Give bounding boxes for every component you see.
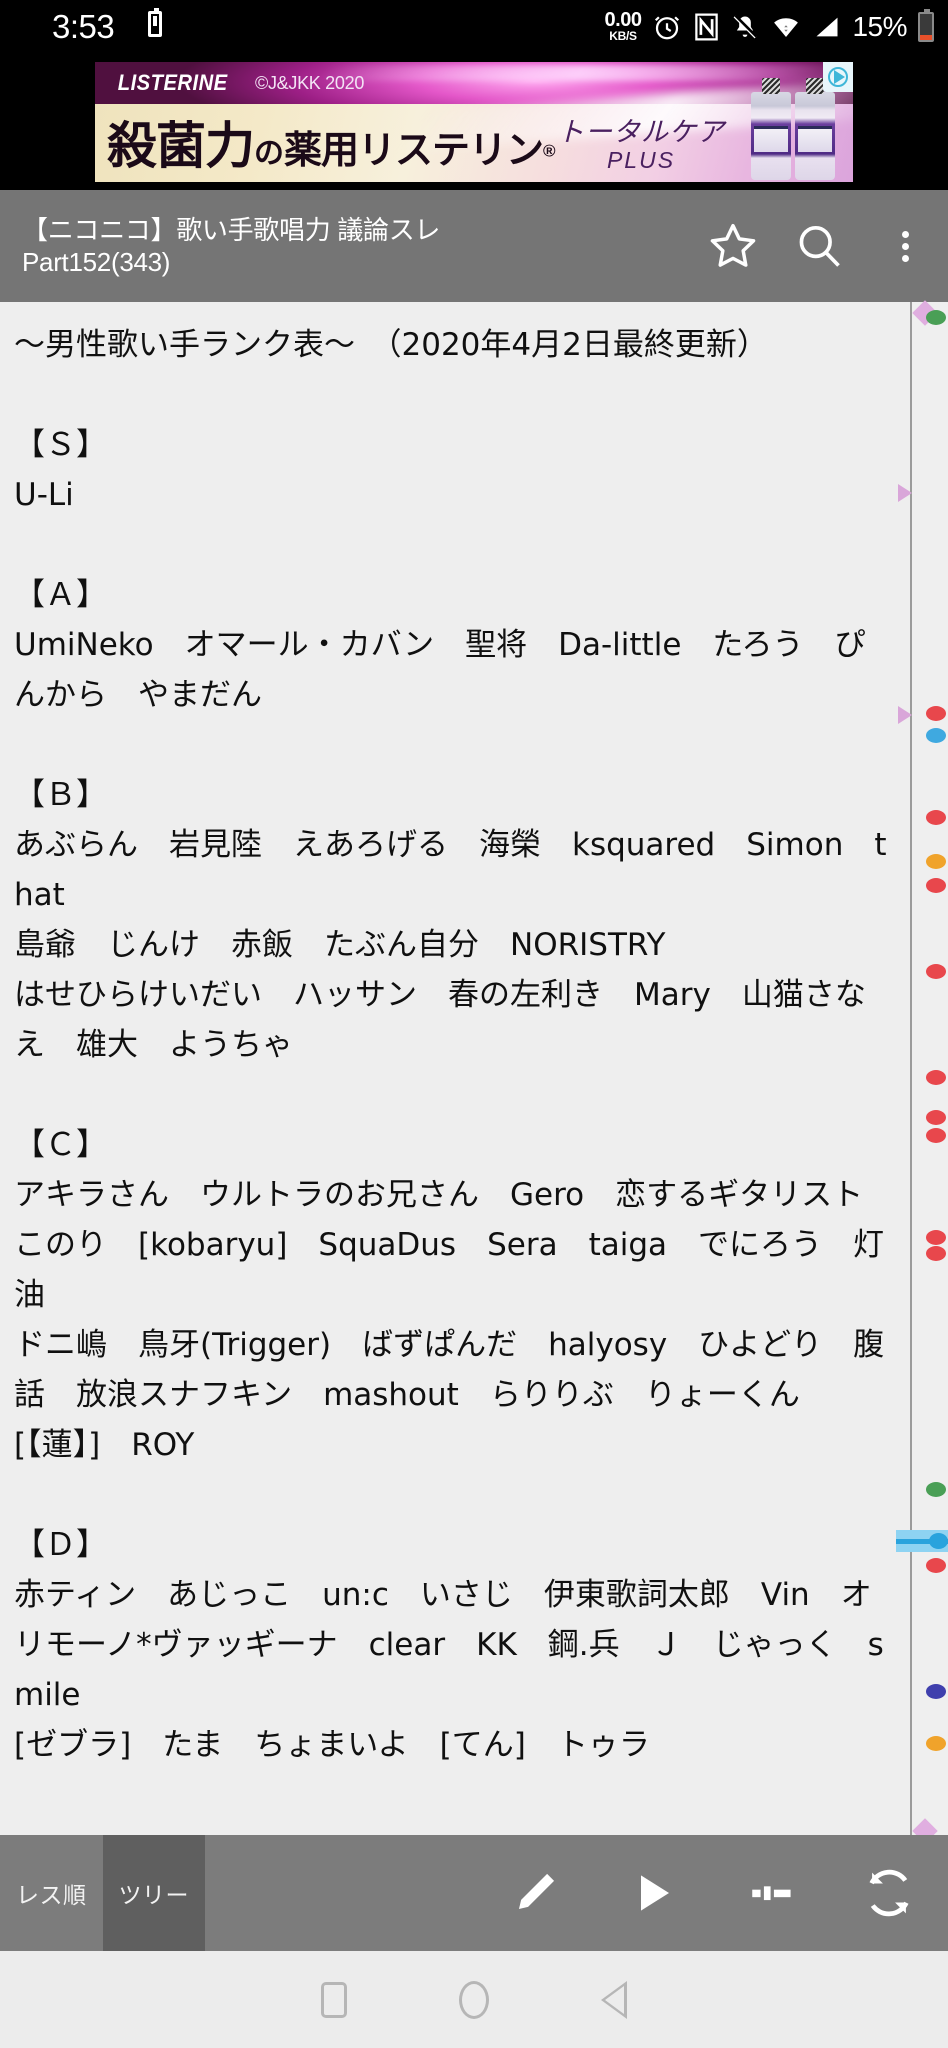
scrollbar-minimap[interactable] — [896, 300, 948, 1844]
minimap-dot-marker[interactable] — [926, 1230, 946, 1245]
product-bottle-image — [751, 78, 791, 180]
status-bar: 3:53 0.00 KB/S 15% — [0, 0, 948, 53]
search-icon — [799, 225, 840, 267]
page-title: 【ニコニコ】歌い手歌唱力 議論スレ Part152(343) — [0, 214, 690, 278]
thread-title-line2: Part152(343) — [22, 247, 171, 277]
bottom-toolbar: レス順 ツリー — [0, 1835, 948, 1951]
minimap-dot-marker[interactable] — [926, 854, 946, 869]
home-button[interactable] — [459, 1980, 489, 2019]
ad-subtitle: トータルケア PLUS — [557, 110, 725, 174]
home-circle-icon — [459, 1980, 489, 2019]
slider-icon — [752, 1886, 791, 1901]
minimap-dot-marker[interactable] — [926, 810, 946, 825]
minimap-dot-marker[interactable] — [926, 728, 946, 743]
star-outline-icon — [710, 223, 756, 267]
pencil-icon — [518, 1873, 555, 1910]
minimap-dot-marker[interactable] — [926, 1128, 946, 1143]
slider-button[interactable] — [712, 1835, 830, 1951]
tab-tree[interactable]: ツリー — [102, 1835, 205, 1951]
network-speed-indicator: 0.00 KB/S — [605, 10, 642, 43]
app-bar: 【ニコニコ】歌い手歌唱力 議論スレ Part152(343) — [0, 190, 948, 302]
ad-subtitle-line1: トータルケア — [557, 117, 725, 147]
wifi-icon — [774, 17, 799, 37]
minimap-dot-marker[interactable] — [926, 878, 946, 893]
tab-res-order[interactable]: レス順 — [0, 1835, 103, 1951]
play-icon — [641, 1875, 669, 1911]
refresh-icon — [869, 1869, 909, 1917]
recents-button[interactable] — [321, 1981, 347, 2018]
battery-percent-label: 15% — [852, 10, 907, 42]
scrollbar-thumb[interactable] — [896, 1530, 948, 1552]
status-battery-alert-icon — [148, 8, 162, 37]
ad-headline-registered: ® — [543, 141, 556, 161]
minimap-dot-marker[interactable] — [926, 1558, 946, 1573]
recents-square-icon — [321, 1981, 347, 2018]
more-vertical-icon — [901, 226, 909, 267]
back-triangle-icon — [601, 1980, 627, 2019]
minimap-dot-marker[interactable] — [926, 1110, 946, 1125]
system-navigation-bar — [0, 1951, 948, 2048]
cellular-signal-icon — [816, 17, 838, 36]
ad-headline: 殺菌力の薬用リステリン® — [107, 106, 556, 178]
minimap-dot-marker[interactable] — [926, 1684, 946, 1699]
play-button[interactable] — [594, 1835, 712, 1951]
minimap-arrow-marker[interactable] — [898, 706, 912, 724]
post-body: 〜男性歌い手ランク表〜 （2020年4月2日最終更新） 【Ｓ】 U-Li 【Ａ】… — [14, 327, 887, 1763]
network-speed-unit: KB/S — [609, 29, 637, 43]
ad-subtitle-line2: PLUS — [606, 147, 676, 173]
alarm-clock-icon — [655, 15, 680, 39]
minimap-dot-marker[interactable] — [926, 706, 946, 721]
battery-icon — [918, 8, 934, 42]
back-button[interactable] — [601, 1980, 627, 2019]
reload-button[interactable] — [830, 1835, 948, 1951]
minimap-dot-marker[interactable] — [926, 1070, 946, 1085]
status-clock: 3:53 — [52, 8, 115, 45]
search-button[interactable] — [776, 190, 862, 302]
nfc-icon — [695, 13, 719, 40]
ad-choices-play-icon[interactable] — [823, 62, 853, 92]
product-bottle-image — [795, 78, 835, 180]
ad-headline-part3: 薬用リステリン — [284, 130, 544, 172]
thread-title-line1: 【ニコニコ】歌い手歌唱力 議論スレ — [22, 215, 441, 245]
ad-headline-part1: 殺菌力 — [107, 118, 255, 174]
minimap-dot-marker[interactable] — [926, 310, 946, 325]
overflow-menu-button[interactable] — [862, 190, 948, 302]
ad-copyright: ©J&JKK 2020 — [255, 73, 365, 93]
minimap-dot-marker[interactable] — [926, 1482, 946, 1497]
favorite-button[interactable] — [690, 190, 776, 302]
ad-banner[interactable]: LISTERINE ©J&JKK 2020 殺菌力の薬用リステリン® トータルケ… — [0, 53, 948, 190]
minimap-arrow-marker[interactable] — [898, 484, 912, 502]
bell-muted-icon — [734, 14, 758, 38]
ad-brand-logo: LISTERINE — [117, 70, 228, 95]
network-speed-value: 0.00 — [604, 9, 642, 31]
minimap-dot-marker[interactable] — [926, 964, 946, 979]
minimap-dot-marker[interactable] — [926, 1246, 946, 1261]
compose-button[interactable] — [476, 1835, 594, 1951]
ad-headline-part2: の — [254, 137, 284, 170]
minimap-dot-marker[interactable] — [926, 1736, 946, 1751]
thread-content-area[interactable]: 〜男性歌い手ランク表〜 （2020年4月2日最終更新） 【Ｓ】 U-Li 【Ａ】… — [0, 302, 910, 1835]
phone-screen: 3:53 0.00 KB/S 15% LISTERINE ©J&JKK 2020… — [0, 0, 948, 2048]
